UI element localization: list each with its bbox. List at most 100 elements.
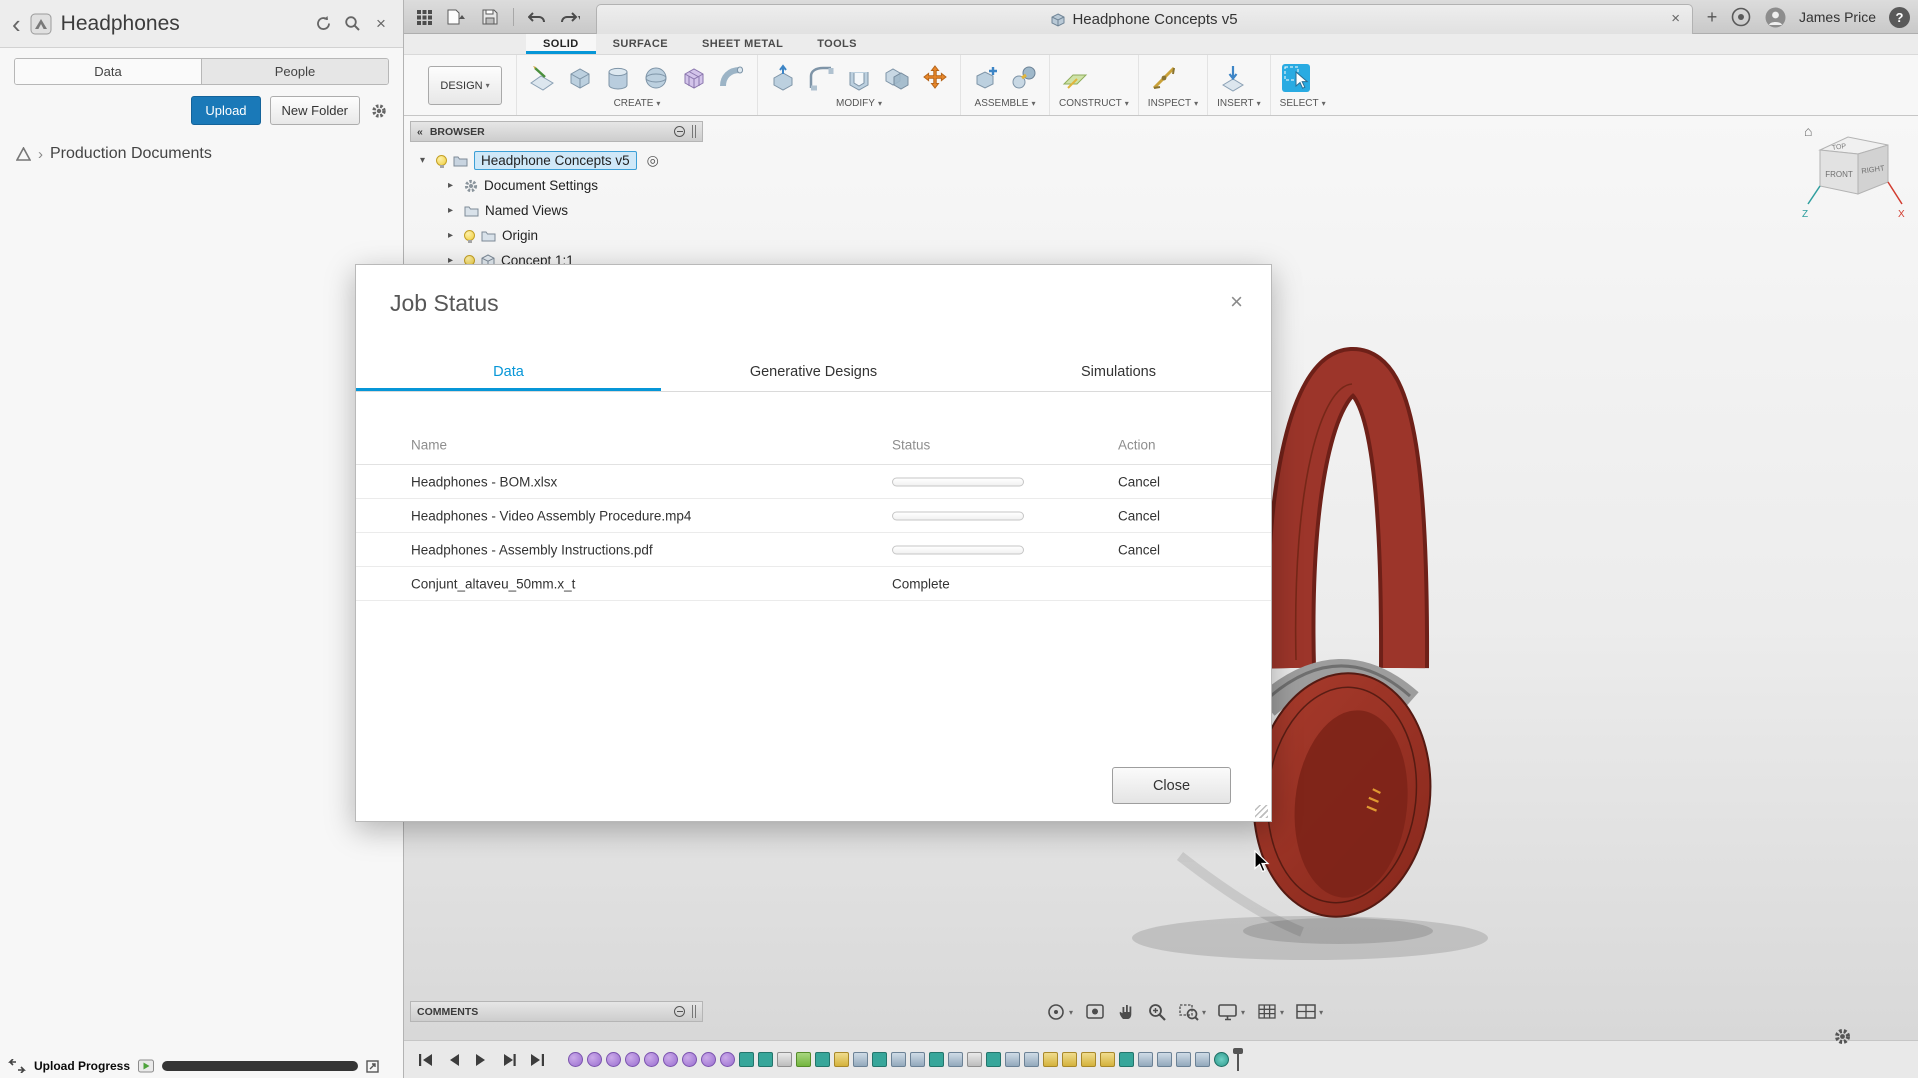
timeline-skip-start-button[interactable] <box>414 1049 436 1071</box>
timeline-form-icon[interactable] <box>682 1052 697 1067</box>
collapse-panel-icon[interactable]: « <box>417 126 423 138</box>
browser-item-document-settings[interactable]: ▸ Document Settings <box>410 173 703 198</box>
upload-button[interactable]: Upload <box>191 96 260 125</box>
browser-header[interactable]: « BROWSER <box>410 121 703 142</box>
timeline-extrude-icon[interactable] <box>1176 1052 1191 1067</box>
toolbar-group-create-label[interactable]: CREATE▾ <box>526 98 748 115</box>
expand-arrow-icon[interactable]: ▾ <box>420 155 430 166</box>
timeline-sketch-icon[interactable] <box>758 1052 773 1067</box>
display-settings-icon[interactable]: ▾ <box>1218 1003 1245 1021</box>
create-box-icon[interactable] <box>564 62 596 94</box>
new-folder-button[interactable]: New Folder <box>270 96 360 125</box>
play-upload-icon[interactable] <box>138 1059 154 1073</box>
back-icon[interactable]: ‹ <box>12 14 21 34</box>
visibility-bulb-icon[interactable] <box>464 230 475 241</box>
timeline-extrude-icon[interactable] <box>1005 1052 1020 1067</box>
timeline-sketch-icon[interactable] <box>872 1052 887 1067</box>
zoom-icon[interactable] <box>1147 1002 1167 1022</box>
timeline-extrude-icon[interactable] <box>1138 1052 1153 1067</box>
modify-combine-icon[interactable] <box>881 62 913 94</box>
redo-icon[interactable] <box>560 7 580 27</box>
new-tab-button[interactable]: + <box>1700 4 1724 30</box>
ribbon-tab-sheet-metal[interactable]: SHEET METAL <box>685 34 800 54</box>
workspace-selector[interactable]: DESIGN ▾ <box>428 66 502 105</box>
ribbon-tab-surface[interactable]: SURFACE <box>596 34 685 54</box>
timeline-extrude-icon[interactable] <box>1195 1052 1210 1067</box>
timeline-form-icon[interactable] <box>720 1052 735 1067</box>
create-cylinder-icon[interactable] <box>602 62 634 94</box>
assemble-new-component-icon[interactable] <box>970 62 1002 94</box>
close-panel-icon[interactable]: × <box>371 14 391 34</box>
timeline-plane-icon[interactable] <box>777 1052 792 1067</box>
timeline-extrude-icon[interactable] <box>891 1052 906 1067</box>
timeline-plane-icon[interactable] <box>967 1052 982 1067</box>
inspect-measure-icon[interactable] <box>1148 62 1180 94</box>
timeline-form-icon[interactable] <box>644 1052 659 1067</box>
timeline-sketch-icon[interactable] <box>929 1052 944 1067</box>
home-icon[interactable]: ⌂ <box>1804 123 1812 139</box>
timeline-form-icon[interactable] <box>568 1052 583 1067</box>
orbit-icon[interactable]: ▾ <box>1046 1002 1073 1022</box>
look-at-icon[interactable] <box>1085 1002 1105 1022</box>
undo-icon[interactable] <box>527 7 547 27</box>
dialog-tab-simulations[interactable]: Simulations <box>966 353 1271 391</box>
view-cube[interactable]: ⌂ TOP FRONT RIGHT X Z <box>1800 118 1912 268</box>
browser-resize-grip[interactable] <box>692 125 696 138</box>
create-pipe-icon[interactable] <box>716 62 748 94</box>
ribbon-tab-solid[interactable]: SOLID <box>526 34 596 54</box>
toolbar-group-select-label[interactable]: SELECT▾ <box>1280 98 1326 115</box>
dialog-close-icon[interactable]: × <box>1230 289 1243 315</box>
toolbar-group-insert-label[interactable]: INSERT▾ <box>1217 98 1261 115</box>
create-sphere-icon[interactable] <box>640 62 672 94</box>
cancel-link[interactable]: Cancel <box>1118 474 1160 489</box>
expand-arrow-icon[interactable]: ▸ <box>448 180 458 191</box>
create-sketch-icon[interactable] <box>526 62 558 94</box>
timeline-form-icon[interactable] <box>606 1052 621 1067</box>
timeline-extrude-icon[interactable] <box>910 1052 925 1067</box>
extensions-icon[interactable] <box>1731 7 1752 28</box>
assemble-joint-icon[interactable] <box>1008 62 1040 94</box>
zoom-window-icon[interactable]: ▾ <box>1179 1002 1206 1022</box>
timeline-sketch-icon[interactable] <box>739 1052 754 1067</box>
help-icon[interactable]: ? <box>1889 7 1910 28</box>
timeline-extrude-icon[interactable] <box>948 1052 963 1067</box>
browser-item-origin[interactable]: ▸ Origin <box>410 223 703 248</box>
cancel-link[interactable]: Cancel <box>1118 542 1160 557</box>
dialog-resize-handle[interactable] <box>1255 805 1268 818</box>
timeline-appearance-icon[interactable] <box>1214 1052 1229 1067</box>
timeline-joint-icon[interactable] <box>834 1052 849 1067</box>
search-icon[interactable] <box>342 14 362 34</box>
visibility-bulb-icon[interactable] <box>436 155 447 166</box>
timeline-form-icon[interactable] <box>625 1052 640 1067</box>
timeline-form-icon[interactable] <box>587 1052 602 1067</box>
timeline-joint-icon[interactable] <box>1100 1052 1115 1067</box>
construct-plane-icon[interactable] <box>1059 62 1091 94</box>
timeline-sketch-icon[interactable] <box>815 1052 830 1067</box>
file-menu-icon[interactable] <box>447 7 467 27</box>
save-icon[interactable] <box>480 7 500 27</box>
comments-header[interactable]: COMMENTS <box>410 1001 703 1022</box>
document-tab-close-icon[interactable]: × <box>1671 10 1680 27</box>
gear-icon[interactable] <box>1834 1028 1851 1048</box>
comments-minimize-icon[interactable] <box>674 1006 685 1017</box>
expand-arrow-icon[interactable]: ▸ <box>448 230 458 241</box>
browser-root-label[interactable]: Headphone Concepts v5 <box>474 151 637 170</box>
tab-people[interactable]: People <box>201 59 388 84</box>
timeline-joint-icon[interactable] <box>1043 1052 1058 1067</box>
modify-press-pull-icon[interactable] <box>767 62 799 94</box>
tab-data[interactable]: Data <box>15 59 201 84</box>
toolbar-group-modify-label[interactable]: MODIFY▾ <box>767 98 951 115</box>
timeline-extrude-icon[interactable] <box>853 1052 868 1067</box>
timeline-extrude-icon[interactable] <box>1157 1052 1172 1067</box>
timeline-move-icon[interactable] <box>796 1052 811 1067</box>
dialog-tab-generative-designs[interactable]: Generative Designs <box>661 353 966 391</box>
activate-component-icon[interactable]: ◎ <box>647 152 659 169</box>
timeline-position-marker[interactable] <box>1237 1049 1239 1071</box>
timeline-step-back-button[interactable] <box>442 1049 464 1071</box>
timeline-joint-icon[interactable] <box>1081 1052 1096 1067</box>
viewports-icon[interactable]: ▾ <box>1296 1003 1323 1021</box>
browser-item-named-views[interactable]: ▸ Named Views <box>410 198 703 223</box>
timeline-skip-end-button[interactable] <box>526 1049 548 1071</box>
browser-root-row[interactable]: ▾ Headphone Concepts v5 ◎ <box>410 148 703 173</box>
expand-window-icon[interactable] <box>366 1060 379 1073</box>
